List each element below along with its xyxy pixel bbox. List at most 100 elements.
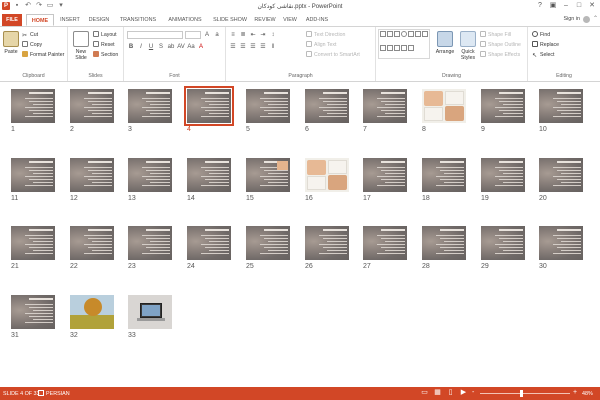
slide-thumbnail[interactable] bbox=[187, 226, 231, 260]
format-painter-button[interactable]: Format Painter bbox=[22, 51, 64, 59]
shape-brace-icon[interactable] bbox=[380, 44, 386, 51]
slide-thumbnail[interactable] bbox=[128, 226, 172, 260]
slide-thumbnail[interactable] bbox=[11, 295, 55, 329]
align-center-icon[interactable]: ☰ bbox=[239, 43, 247, 51]
slide-thumbnail[interactable] bbox=[481, 89, 525, 123]
decrease-indent-icon[interactable]: ⇤ bbox=[249, 31, 257, 39]
tab-slide-show[interactable]: SLIDE SHOW bbox=[210, 14, 250, 26]
shape-outline-button[interactable]: Shape Outline bbox=[480, 41, 521, 49]
shape-textbox-icon[interactable] bbox=[415, 31, 421, 37]
shape-curve-icon[interactable] bbox=[422, 31, 428, 37]
slide-thumbnail[interactable] bbox=[539, 89, 583, 123]
reading-view-icon[interactable]: ▯ bbox=[446, 389, 455, 397]
normal-view-icon[interactable]: ▭ bbox=[420, 389, 429, 397]
slide-thumbnail[interactable] bbox=[70, 226, 114, 260]
tab-review[interactable]: REVIEW bbox=[252, 14, 278, 26]
shadow-icon[interactable]: S bbox=[157, 43, 165, 51]
slide-thumbnail[interactable] bbox=[184, 86, 234, 126]
change-case-icon[interactable]: Aa bbox=[187, 43, 195, 51]
minimize-icon[interactable]: – bbox=[560, 1, 572, 11]
reset-button[interactable]: Reset bbox=[93, 41, 115, 49]
font-color-icon[interactable]: A bbox=[197, 43, 205, 51]
proofing-icon[interactable] bbox=[38, 390, 44, 396]
cut-button[interactable]: ✂ Cut bbox=[22, 31, 38, 39]
shape-triangle-icon[interactable] bbox=[408, 31, 414, 37]
font-name-combo[interactable] bbox=[127, 31, 183, 39]
tab-animations[interactable]: ANIMATIONS bbox=[163, 14, 207, 26]
tab-home[interactable]: HOME bbox=[26, 14, 54, 26]
slide-thumbnail[interactable] bbox=[187, 158, 231, 192]
zoom-level[interactable]: 48% bbox=[582, 391, 593, 397]
columns-icon[interactable]: ‖ bbox=[269, 43, 277, 51]
shrink-font-icon[interactable]: a bbox=[213, 31, 221, 39]
zoom-in-button[interactable]: + bbox=[573, 389, 577, 396]
slide-thumbnail[interactable] bbox=[539, 226, 583, 260]
zoom-slider[interactable] bbox=[480, 393, 570, 394]
zoom-out-button[interactable]: - bbox=[472, 389, 474, 396]
align-left-icon[interactable]: ☰ bbox=[229, 43, 237, 51]
tab-view[interactable]: VIEW bbox=[280, 14, 300, 26]
italic-icon[interactable]: I bbox=[137, 43, 145, 51]
tab-transitions[interactable]: TRANSITIONS bbox=[116, 14, 160, 26]
account-icon[interactable] bbox=[583, 16, 590, 23]
copy-button[interactable]: Copy bbox=[22, 41, 42, 49]
slide-thumbnail[interactable] bbox=[128, 158, 172, 192]
tab-file[interactable]: FILE bbox=[2, 14, 22, 26]
line-spacing-icon[interactable]: ↕ bbox=[269, 31, 277, 39]
slide-thumbnail[interactable] bbox=[363, 226, 407, 260]
numbering-icon[interactable]: ≣ bbox=[239, 31, 247, 39]
paste-button[interactable]: Paste bbox=[2, 31, 20, 55]
slide-thumbnail[interactable] bbox=[128, 89, 172, 123]
slide-thumbnail[interactable] bbox=[246, 226, 290, 260]
char-spacing-icon[interactable]: AV bbox=[177, 43, 185, 51]
slide-thumbnail[interactable] bbox=[305, 226, 349, 260]
tab-insert[interactable]: INSERT bbox=[57, 14, 83, 26]
collapse-ribbon-icon[interactable]: ⌃ bbox=[593, 15, 598, 22]
tab-add-ins[interactable]: ADD-INS bbox=[303, 14, 331, 26]
font-size-combo[interactable] bbox=[185, 31, 201, 39]
increase-indent-icon[interactable]: ⇥ bbox=[259, 31, 267, 39]
slide-thumbnail[interactable] bbox=[422, 158, 466, 192]
shape-more-icon[interactable] bbox=[408, 44, 414, 51]
justify-icon[interactable]: ☰ bbox=[259, 43, 267, 51]
close-icon[interactable]: ✕ bbox=[586, 1, 598, 11]
new-slide-button[interactable]: New Slide bbox=[71, 31, 91, 61]
slide-thumbnail[interactable] bbox=[305, 158, 349, 192]
bold-icon[interactable]: B bbox=[127, 43, 135, 51]
slide-thumbnail[interactable] bbox=[539, 158, 583, 192]
help-icon[interactable]: ? bbox=[534, 1, 546, 11]
maximize-icon[interactable]: □ bbox=[573, 1, 585, 11]
shape-block-arrow-icon[interactable] bbox=[401, 44, 407, 51]
slide-thumbnail[interactable] bbox=[246, 89, 290, 123]
slideshow-view-icon[interactable]: ▶ bbox=[459, 389, 468, 397]
bullets-icon[interactable]: ≡ bbox=[229, 31, 237, 39]
language-indicator[interactable]: PERSIAN bbox=[46, 391, 70, 397]
select-button[interactable]: ↖ Select bbox=[532, 51, 554, 59]
text-direction-button[interactable]: Text Direction bbox=[306, 31, 345, 39]
slide-sorter-view-icon[interactable]: ▦ bbox=[433, 389, 442, 397]
shape-line-icon[interactable] bbox=[380, 31, 386, 37]
slide-thumbnail[interactable] bbox=[128, 295, 172, 329]
strikethrough-icon[interactable]: ab bbox=[167, 43, 175, 51]
find-button[interactable]: Find bbox=[532, 31, 550, 39]
shape-star-icon[interactable] bbox=[387, 44, 393, 51]
shape-fill-button[interactable]: Shape Fill bbox=[480, 31, 511, 39]
slide-thumbnail[interactable] bbox=[481, 158, 525, 192]
replace-button[interactable]: Replace bbox=[532, 41, 559, 49]
ribbon-display-icon[interactable]: ▣ bbox=[547, 1, 559, 11]
slide-thumbnail[interactable] bbox=[246, 158, 290, 192]
underline-icon[interactable]: U bbox=[147, 43, 155, 51]
slide-thumbnail[interactable] bbox=[422, 89, 466, 123]
grow-font-icon[interactable]: A bbox=[203, 31, 211, 39]
convert-smartart-button[interactable]: Convert to SmartArt bbox=[306, 51, 360, 59]
slide-thumbnail[interactable] bbox=[422, 226, 466, 260]
slide-thumbnail[interactable] bbox=[11, 226, 55, 260]
shapes-gallery[interactable] bbox=[378, 29, 430, 59]
slide-thumbnail[interactable] bbox=[305, 89, 349, 123]
slide-thumbnail[interactable] bbox=[70, 89, 114, 123]
quick-styles-button[interactable]: Quick Styles bbox=[458, 31, 478, 61]
align-right-icon[interactable]: ☰ bbox=[249, 43, 257, 51]
shape-callout-icon[interactable] bbox=[394, 44, 400, 51]
slide-thumbnail[interactable] bbox=[481, 226, 525, 260]
slide-thumbnail[interactable] bbox=[70, 158, 114, 192]
